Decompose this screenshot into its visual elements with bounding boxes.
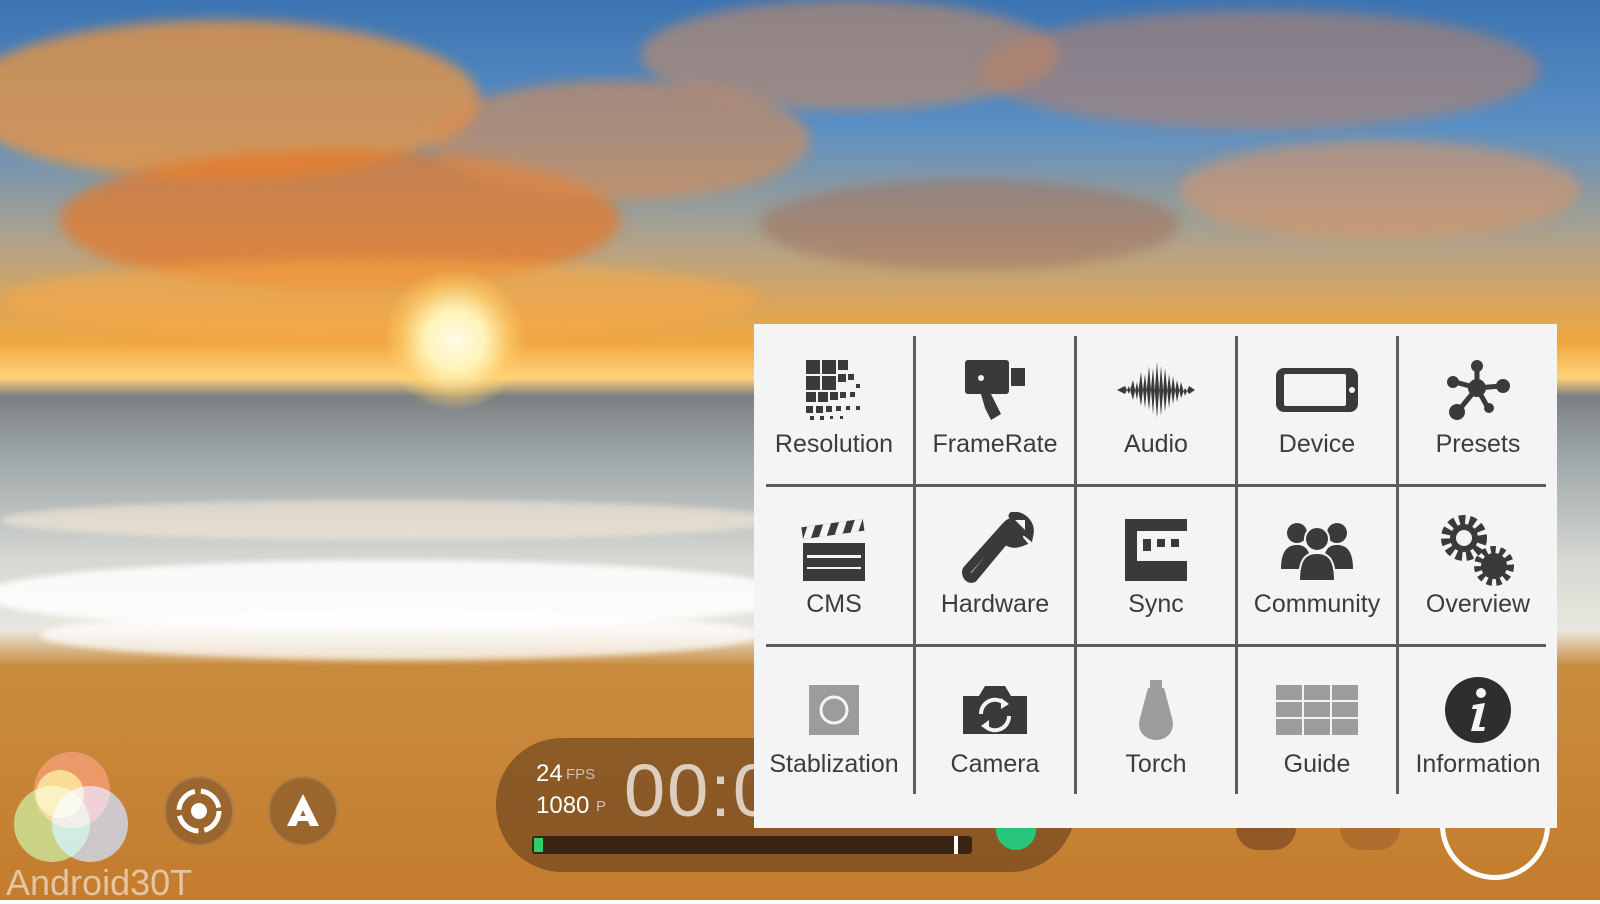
menu-item-guide[interactable]: Guide [1237, 674, 1397, 779]
menu-item-label: Presets [1435, 430, 1521, 458]
menu-item-framerate[interactable]: FrameRate [915, 354, 1075, 459]
audio-level-meter [532, 836, 972, 854]
audio-level-marker [954, 836, 958, 854]
menu-item-label: FrameRate [932, 430, 1058, 458]
wrench-icon [950, 512, 1040, 586]
menu-item-label: Overview [1425, 590, 1531, 618]
menu-divider [766, 644, 1546, 647]
menu-item-presets[interactable]: Presets [1398, 354, 1558, 459]
movie-camera-icon [950, 354, 1040, 426]
camera-switch-icon [950, 674, 1040, 746]
menu-item-label: Sync [1128, 590, 1184, 618]
watermark: Android30T [6, 862, 193, 903]
menu-item-cms[interactable]: CMS [754, 514, 914, 619]
menu-item-audio[interactable]: Audio [1076, 354, 1236, 459]
fps-unit: FPS [566, 766, 596, 783]
clapperboard-icon [789, 514, 879, 586]
auto-mode-button[interactable] [268, 776, 338, 846]
menu-item-device[interactable]: Device [1237, 354, 1397, 459]
menu-item-hardware[interactable]: Hardware [915, 512, 1075, 619]
menu-item-sync[interactable]: Sync [1076, 514, 1236, 619]
people-icon [1272, 514, 1362, 586]
auto-a-icon [287, 794, 319, 826]
nodes-icon [1433, 354, 1523, 426]
menu-item-label: CMS [806, 590, 862, 618]
menu-item-information[interactable]: Information [1398, 674, 1558, 779]
menu-item-label: Stablization [769, 750, 899, 778]
menu-item-community[interactable]: Community [1237, 514, 1397, 619]
menu-item-label: Information [1415, 750, 1541, 778]
menu-item-label: Community [1253, 590, 1381, 618]
focus-target-icon [176, 788, 222, 834]
gears-icon [1433, 514, 1523, 586]
sync-icon [1111, 514, 1201, 586]
resolution-grid-icon [789, 354, 879, 426]
resolution-value: 1080 [536, 792, 590, 819]
guide-grid-icon [1272, 674, 1362, 746]
settings-menu: Resolution FrameRate Audio Device Preset… [754, 324, 1557, 828]
menu-item-label: Camera [950, 750, 1040, 778]
waveform-icon [1111, 354, 1201, 426]
menu-item-label: Resolution [774, 430, 894, 458]
resolution-unit: P [596, 798, 607, 815]
info-icon [1433, 674, 1523, 746]
menu-item-camera[interactable]: Camera [915, 674, 1075, 779]
menu-item-overview[interactable]: Overview [1398, 514, 1558, 619]
audio-level-fill [534, 838, 543, 852]
fps-value: 24 [536, 760, 563, 787]
menu-item-torch[interactable]: Torch [1076, 674, 1236, 779]
menu-item-label: Hardware [940, 590, 1050, 618]
menu-item-stablization[interactable]: Stablization [754, 674, 914, 779]
menu-item-label: Torch [1125, 750, 1187, 778]
menu-divider [766, 484, 1546, 487]
phone-landscape-icon [1272, 354, 1362, 426]
focus-target-button[interactable] [164, 776, 234, 846]
color-mode-button[interactable] [14, 752, 134, 872]
torch-bulb-icon [1111, 674, 1201, 746]
menu-item-label: Audio [1124, 430, 1188, 458]
menu-item-label: Device [1278, 430, 1356, 458]
menu-item-label: Guide [1283, 750, 1351, 778]
stabilization-icon [789, 674, 879, 746]
menu-item-resolution[interactable]: Resolution [754, 354, 914, 459]
